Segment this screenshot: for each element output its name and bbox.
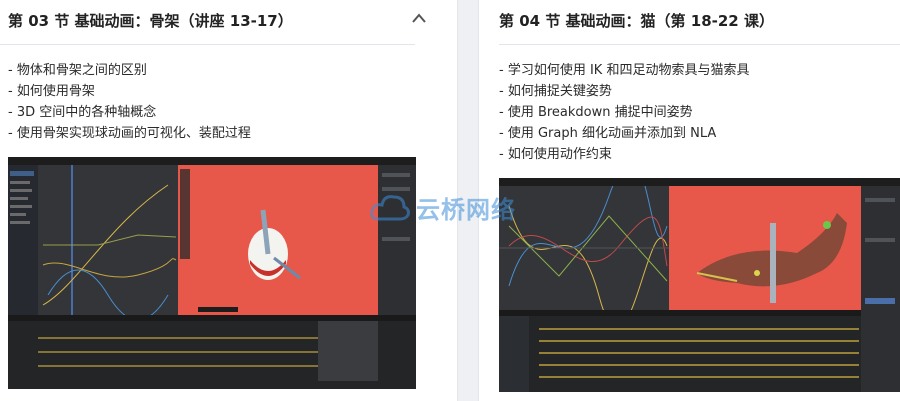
chevron-up-icon[interactable]	[411, 12, 427, 24]
bullet-item: - 物体和骨架之间的区别	[8, 63, 147, 78]
bullet-item: - 3D 空间中的各种轴概念	[8, 105, 157, 120]
section-header[interactable]: 第 03 节 基础动画：骨架（讲座 13-17）	[8, 6, 415, 34]
section-title: 第 04 节 基础动画：猫（第 18-22 课）	[499, 11, 774, 30]
bullet-item: - 如何使用骨架	[8, 84, 95, 99]
section-title: 第 03 节 基础动画：骨架（讲座 13-17）	[8, 11, 293, 30]
graph-curves-icon	[42, 165, 177, 315]
bullet-item: - 如何捕捉关键姿势	[499, 84, 612, 99]
bullet-item: - 使用 Breakdown 捕捉中间姿势	[499, 105, 693, 120]
course-section-card-04: 第 04 节 基础动画：猫（第 18-22 课） - 学习如何使用 IK 和四足…	[478, 0, 900, 401]
section-header[interactable]: 第 04 节 基础动画：猫（第 18-22 课）	[499, 6, 900, 34]
cat-rig-icon	[696, 213, 847, 303]
section-divider	[0, 44, 415, 45]
bullet-item: - 学习如何使用 IK 和四足动物索具与猫索具	[499, 63, 750, 78]
blender-screenshot-armature	[8, 157, 416, 389]
ball-armature-icon	[248, 209, 301, 280]
section-bullet-list: - 物体和骨架之间的区别 - 如何使用骨架 - 3D 空间中的各种轴概念 - 使…	[8, 60, 251, 144]
bullet-item: - 使用骨架实现球动画的可视化、装配过程	[8, 126, 251, 141]
watermark-text: 云桥网络	[416, 196, 516, 224]
bullet-item: - 使用 Graph 细化动画并添加到 NLA	[499, 126, 717, 141]
bullet-item: - 如何使用动作约束	[499, 147, 612, 162]
watermark: 云桥网络	[370, 185, 535, 230]
section-divider	[499, 44, 900, 45]
blender-screenshot-cat	[499, 178, 900, 392]
section-bullet-list: - 学习如何使用 IK 和四足动物索具与猫索具 - 如何捕捉关键姿势 - 使用 …	[499, 60, 749, 165]
cloud-logo-icon	[370, 194, 410, 220]
